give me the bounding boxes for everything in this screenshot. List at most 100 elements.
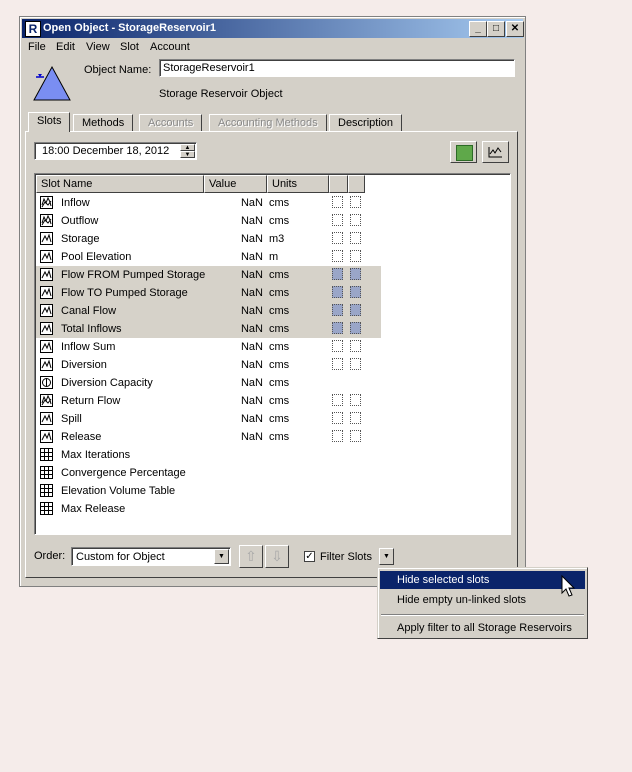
title-bar[interactable]: R Open Object - StorageReservoir1 _ □ ✕ [22,19,524,38]
link-b-icon[interactable] [350,358,361,370]
slot-name: Release [61,431,102,443]
table-row[interactable]: Inflow NaN cms [36,194,381,212]
table-row[interactable]: Inflow Sum NaN cms [36,338,381,356]
table-row[interactable]: Storage NaN m3 [36,230,381,248]
table-row[interactable]: Max Release [36,500,381,518]
filter-menu-button[interactable]: ▼ [379,548,394,565]
plot-button[interactable] [482,141,509,163]
order-select[interactable]: Custom for Object ▼ [71,547,231,566]
link-b-icon[interactable] [350,196,361,208]
slot-name: Diversion Capacity [61,377,153,389]
link-a-icon[interactable] [332,430,343,442]
move-up-button[interactable]: ⇧ [239,545,263,568]
link-b-icon[interactable] [350,304,361,316]
column-value[interactable]: Value [204,175,267,193]
table-row[interactable]: Canal Flow NaN cms [36,302,381,320]
link-b-icon[interactable] [350,322,361,334]
table-row[interactable]: Outflow NaN cms [36,212,381,230]
column-units[interactable]: Units [267,175,329,193]
series-icon [40,358,53,371]
menu-item-hide-selected[interactable]: Hide selected slots [380,571,585,589]
table-row[interactable]: Total Inflows NaN cms [36,320,381,338]
link-a-icon[interactable] [332,250,343,262]
table-row[interactable]: Max Iterations [36,446,381,464]
tab-slots[interactable]: Slots [28,112,71,132]
table-row[interactable]: Flow TO Pumped Storage NaN cms [36,284,381,302]
menu-slot[interactable]: Slot [120,41,139,53]
link-a-icon[interactable] [332,322,343,334]
table-row[interactable]: Diversion Capacity NaN cms [36,374,381,392]
slots-table[interactable]: Slot Name Value Units Inflow NaN cms Outflo… [34,173,511,535]
slot-units: cms [269,377,290,389]
filter-slots-checkbox[interactable]: ✓ [304,551,315,562]
link-b-icon[interactable] [350,412,361,424]
tab-accounts[interactable]: Accounts [139,114,203,131]
link-a-icon[interactable] [332,304,343,316]
column-link-a[interactable] [329,175,348,193]
link-b-icon[interactable] [350,214,361,226]
link-b-icon[interactable] [350,286,361,298]
link-b-icon[interactable] [350,250,361,262]
link-b-icon[interactable] [350,394,361,406]
tab-methods[interactable]: Methods [73,114,134,131]
spin-up-icon[interactable]: ▲ [180,144,195,151]
table-icon [40,466,53,479]
slot-name: Total Inflows [61,323,122,335]
menu-item-hide-empty[interactable]: Hide empty un-linked slots [380,591,585,609]
link-a-icon[interactable] [332,214,343,226]
link-a-icon[interactable] [332,196,343,208]
menu-file[interactable]: File [28,41,46,53]
maximize-button[interactable]: □ [487,21,505,37]
menu-item-apply-filter[interactable]: Apply filter to all Storage Reservoirs [380,619,585,637]
link-b-icon[interactable] [350,268,361,280]
column-slot-name[interactable]: Slot Name [36,175,204,193]
table-row[interactable]: Release NaN cms [36,428,381,446]
table-row[interactable]: Pool Elevation NaN m [36,248,381,266]
reservoir-triangle-icon [33,65,71,101]
table-row[interactable]: Diversion NaN cms [36,356,381,374]
date-value: 18:00 December 18, 2012 [42,145,170,157]
date-spinner[interactable]: 18:00 December 18, 2012 ▲ ▼ [34,142,197,160]
menu-bar: File Edit View Slot Account [22,39,523,57]
link-a-icon[interactable] [332,358,343,370]
link-b-icon[interactable] [350,430,361,442]
order-label: Order: [34,550,66,562]
multi-series-icon [40,196,53,209]
link-a-icon[interactable] [332,394,343,406]
table-row[interactable]: Spill NaN cms [36,410,381,428]
tab-description[interactable]: Description [329,114,403,131]
link-a-icon[interactable] [332,340,343,352]
tab-accounting-methods[interactable]: Accounting Methods [209,114,327,131]
table-row[interactable]: Convergence Percentage [36,464,381,482]
slot-units: cms [269,215,290,227]
green-color-button[interactable] [450,141,477,163]
column-link-b[interactable] [348,175,365,193]
menu-view[interactable]: View [86,41,110,53]
slot-name: Flow TO Pumped Storage [61,287,188,299]
slot-name: Return Flow [61,395,121,407]
minimize-button[interactable]: _ [469,21,487,37]
slot-units: m3 [269,233,285,245]
move-down-button[interactable]: ⇩ [265,545,289,568]
menu-edit[interactable]: Edit [56,41,75,53]
slot-name: Max Iterations [61,449,131,461]
link-b-icon[interactable] [350,340,361,352]
slot-value: NaN [240,251,263,263]
object-name-field[interactable] [159,59,515,77]
close-button[interactable]: ✕ [506,21,524,37]
table-row[interactable]: Return Flow NaN cms [36,392,381,410]
table-row[interactable]: Flow FROM Pumped Storage NaN cms [36,266,381,284]
spin-down-icon[interactable]: ▼ [180,151,195,158]
link-a-icon[interactable] [332,412,343,424]
table-row[interactable]: Elevation Volume Table [36,482,381,500]
chevron-down-icon[interactable]: ▼ [214,549,229,564]
slot-name: Inflow [61,197,90,209]
link-a-icon[interactable] [332,232,343,244]
link-a-icon[interactable] [332,286,343,298]
link-a-icon[interactable] [332,268,343,280]
open-object-window: R Open Object - StorageReservoir1 _ □ ✕ … [19,16,526,587]
link-b-icon[interactable] [350,232,361,244]
slot-value: NaN [240,305,263,317]
slot-value: NaN [240,395,263,407]
menu-account[interactable]: Account [150,41,190,53]
